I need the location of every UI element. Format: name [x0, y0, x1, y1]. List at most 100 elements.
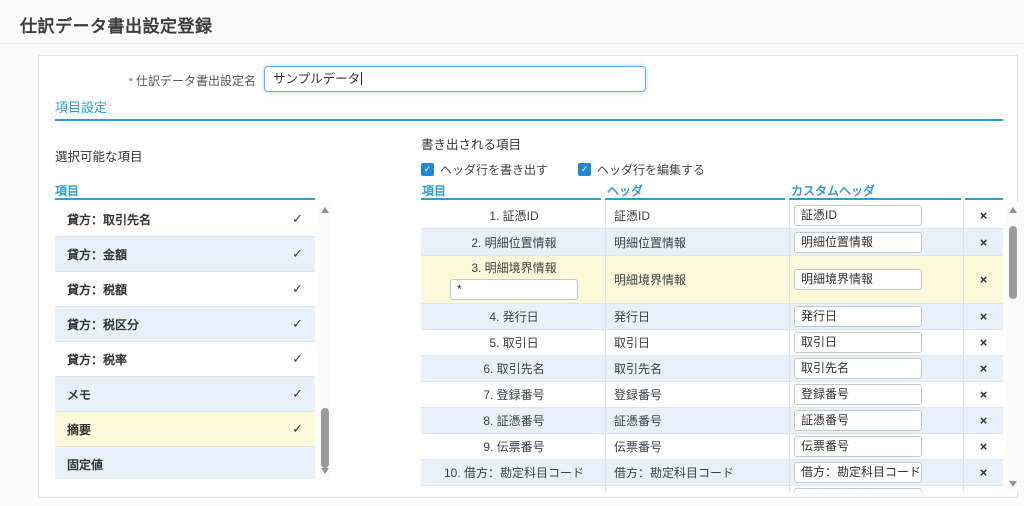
boundary-value-input[interactable]: *: [450, 279, 578, 300]
output-row-item-cell: 9. 伝票番号: [421, 434, 605, 459]
scrollbar-track[interactable]: [1007, 216, 1019, 478]
available-item-list: 貸方：取引先名 ✓ 貸方：金額 ✓ 貸方：税額 ✓ 貸方：税区分 ✓ 貸方：税率…: [55, 202, 315, 479]
output-row[interactable]: 5. 取引日 取引日 取引日 ×: [421, 330, 1003, 356]
custom-header-input[interactable]: 取引日: [794, 332, 922, 353]
custom-header-input[interactable]: 借方：勘定科目コード: [794, 462, 922, 483]
available-item[interactable]: 貸方：取引先名 ✓: [55, 202, 315, 237]
custom-header-input[interactable]: 明細境界情報: [794, 269, 922, 290]
custom-header-input[interactable]: 伝票番号: [794, 436, 922, 457]
output-row-header-label: 借方：勘定科目: [605, 486, 789, 492]
write-header-row-label: ヘッダ行を書き出す: [440, 161, 548, 178]
output-row-custom-cell: 借方：勘定科目: [789, 486, 963, 492]
scrollbar-track[interactable]: [319, 216, 331, 465]
output-row[interactable]: 10. 借方：勘定科目コード 借方：勘定科目コード 借方：勘定科目コード ×: [421, 460, 1003, 486]
available-column-header: 項目: [55, 182, 79, 199]
output-row-header-label: 発行日: [605, 304, 789, 329]
write-header-row-checkbox[interactable]: ✓ ヘッダ行を書き出す: [421, 161, 548, 178]
scroll-down-arrow[interactable]: [319, 465, 331, 477]
custom-header-input[interactable]: 取引先名: [794, 358, 922, 379]
check-icon: ✓: [292, 246, 303, 262]
custom-header-input[interactable]: 証憑ID: [794, 205, 922, 226]
available-item-label: メモ: [55, 386, 91, 403]
output-row-table: 1. 証憑ID 証憑ID 証憑ID × 2. 明細位置情報 明細位置情報 明細位…: [421, 202, 1003, 492]
available-item[interactable]: 固定値 ✓: [55, 447, 315, 479]
output-row[interactable]: 11. 借方：勘定科目 借方：勘定科目 借方：勘定科目 ×: [421, 486, 1003, 492]
output-row-custom-cell: 証憑ID: [789, 202, 963, 228]
available-item[interactable]: メモ ✓: [55, 377, 315, 412]
output-row[interactable]: 6. 取引先名 取引先名 取引先名 ×: [421, 356, 1003, 382]
scroll-down-arrow[interactable]: [1007, 478, 1019, 490]
custom-header-input[interactable]: 借方：勘定科目: [794, 488, 922, 492]
custom-header-input[interactable]: 登録番号: [794, 384, 922, 405]
remove-icon[interactable]: ×: [980, 440, 988, 453]
output-row-custom-cell: 取引日: [789, 330, 963, 355]
scroll-up-arrow[interactable]: [319, 204, 331, 216]
available-item[interactable]: 貸方：税区分 ✓: [55, 307, 315, 342]
output-header-rule: [421, 198, 601, 200]
remove-icon[interactable]: ×: [980, 236, 988, 249]
remove-icon[interactable]: ×: [980, 466, 988, 479]
checkbox-checked-icon: ✓: [578, 163, 591, 176]
remove-icon[interactable]: ×: [980, 310, 988, 323]
scrollbar-thumb[interactable]: [1009, 226, 1017, 299]
output-row-remove-cell: ×: [963, 486, 1003, 492]
remove-icon[interactable]: ×: [980, 273, 988, 286]
edit-header-row-checkbox[interactable]: ✓ ヘッダ行を編集する: [578, 161, 705, 178]
output-row-custom-cell: 借方：勘定科目コード: [789, 460, 963, 485]
scrollbar-thumb[interactable]: [321, 408, 329, 468]
setting-name-label: *仕訳データ書出設定名: [39, 72, 256, 89]
check-icon: ✓: [292, 351, 303, 367]
output-row[interactable]: 4. 発行日 発行日 発行日 ×: [421, 304, 1003, 330]
output-row-custom-cell: 取引先名: [789, 356, 963, 381]
scroll-up-arrow[interactable]: [1007, 204, 1019, 216]
output-row[interactable]: 1. 証憑ID 証憑ID 証憑ID ×: [421, 202, 1003, 229]
available-item-label: 貸方：税額: [55, 281, 127, 298]
output-row-custom-cell: 伝票番号: [789, 434, 963, 459]
remove-icon[interactable]: ×: [980, 362, 988, 375]
output-row-item-cell: 1. 証憑ID: [421, 202, 605, 228]
available-scrollbar[interactable]: [319, 202, 331, 479]
setting-name-input[interactable]: サンプルデータ: [264, 66, 646, 92]
output-row-custom-cell: 明細境界情報: [789, 256, 963, 303]
output-scrollbar[interactable]: [1007, 202, 1019, 492]
output-row-remove-cell: ×: [963, 229, 1003, 255]
available-item-label: 貸方：税区分: [55, 316, 139, 333]
custom-header-input[interactable]: 明細位置情報: [794, 232, 922, 253]
custom-header-input[interactable]: 証憑番号: [794, 410, 922, 431]
available-item-label: 固定値: [55, 456, 103, 473]
output-row-remove-cell: ×: [963, 256, 1003, 303]
output-column-header: ヘッダ: [607, 182, 643, 199]
remove-icon[interactable]: ×: [980, 336, 988, 349]
remove-icon[interactable]: ×: [980, 388, 988, 401]
output-row[interactable]: 7. 登録番号 登録番号 登録番号 ×: [421, 382, 1003, 408]
output-header-rule: [965, 198, 1003, 200]
available-item[interactable]: 貸方：金額 ✓: [55, 237, 315, 272]
check-icon: ✓: [292, 421, 303, 437]
section-title: 項目設定: [55, 97, 107, 116]
remove-icon[interactable]: ×: [980, 414, 988, 427]
output-row[interactable]: 9. 伝票番号 伝票番号 伝票番号 ×: [421, 434, 1003, 460]
output-row-item-label: 1. 証憑ID: [489, 207, 538, 224]
output-column-custom-header: カスタムヘッダ: [791, 182, 875, 199]
available-item[interactable]: 貸方：税率 ✓: [55, 342, 315, 377]
available-item-label: 貸方：取引先名: [55, 211, 151, 228]
custom-header-input[interactable]: 発行日: [794, 306, 922, 327]
available-item[interactable]: 貸方：税額 ✓: [55, 272, 315, 307]
checkbox-checked-icon: ✓: [421, 163, 434, 176]
output-row-item-label: 10. 借方：勘定科目コード: [444, 464, 584, 481]
output-row-item-cell: 2. 明細位置情報: [421, 229, 605, 255]
output-row-custom-cell: 証憑番号: [789, 408, 963, 433]
output-row-header-label: 登録番号: [605, 382, 789, 407]
remove-icon[interactable]: ×: [980, 209, 988, 222]
output-header-rule: [605, 198, 785, 200]
header-options: ✓ ヘッダ行を書き出す ✓ ヘッダ行を編集する: [421, 161, 705, 178]
output-row-item-cell: 10. 借方：勘定科目コード: [421, 460, 605, 485]
setting-name-value: サンプルデータ: [273, 72, 360, 86]
output-row[interactable]: 2. 明細位置情報 明細位置情報 明細位置情報 ×: [421, 229, 1003, 256]
output-row-custom-cell: 明細位置情報: [789, 229, 963, 255]
available-item[interactable]: 摘要 ✓: [55, 412, 315, 447]
output-row-item-label: 2. 明細位置情報: [471, 234, 556, 251]
output-row[interactable]: 3. 明細境界情報 * 明細境界情報 明細境界情報 ×: [421, 256, 1003, 304]
output-row-item-label: 9. 伝票番号: [483, 438, 544, 455]
output-row[interactable]: 8. 証憑番号 証憑番号 証憑番号 ×: [421, 408, 1003, 434]
